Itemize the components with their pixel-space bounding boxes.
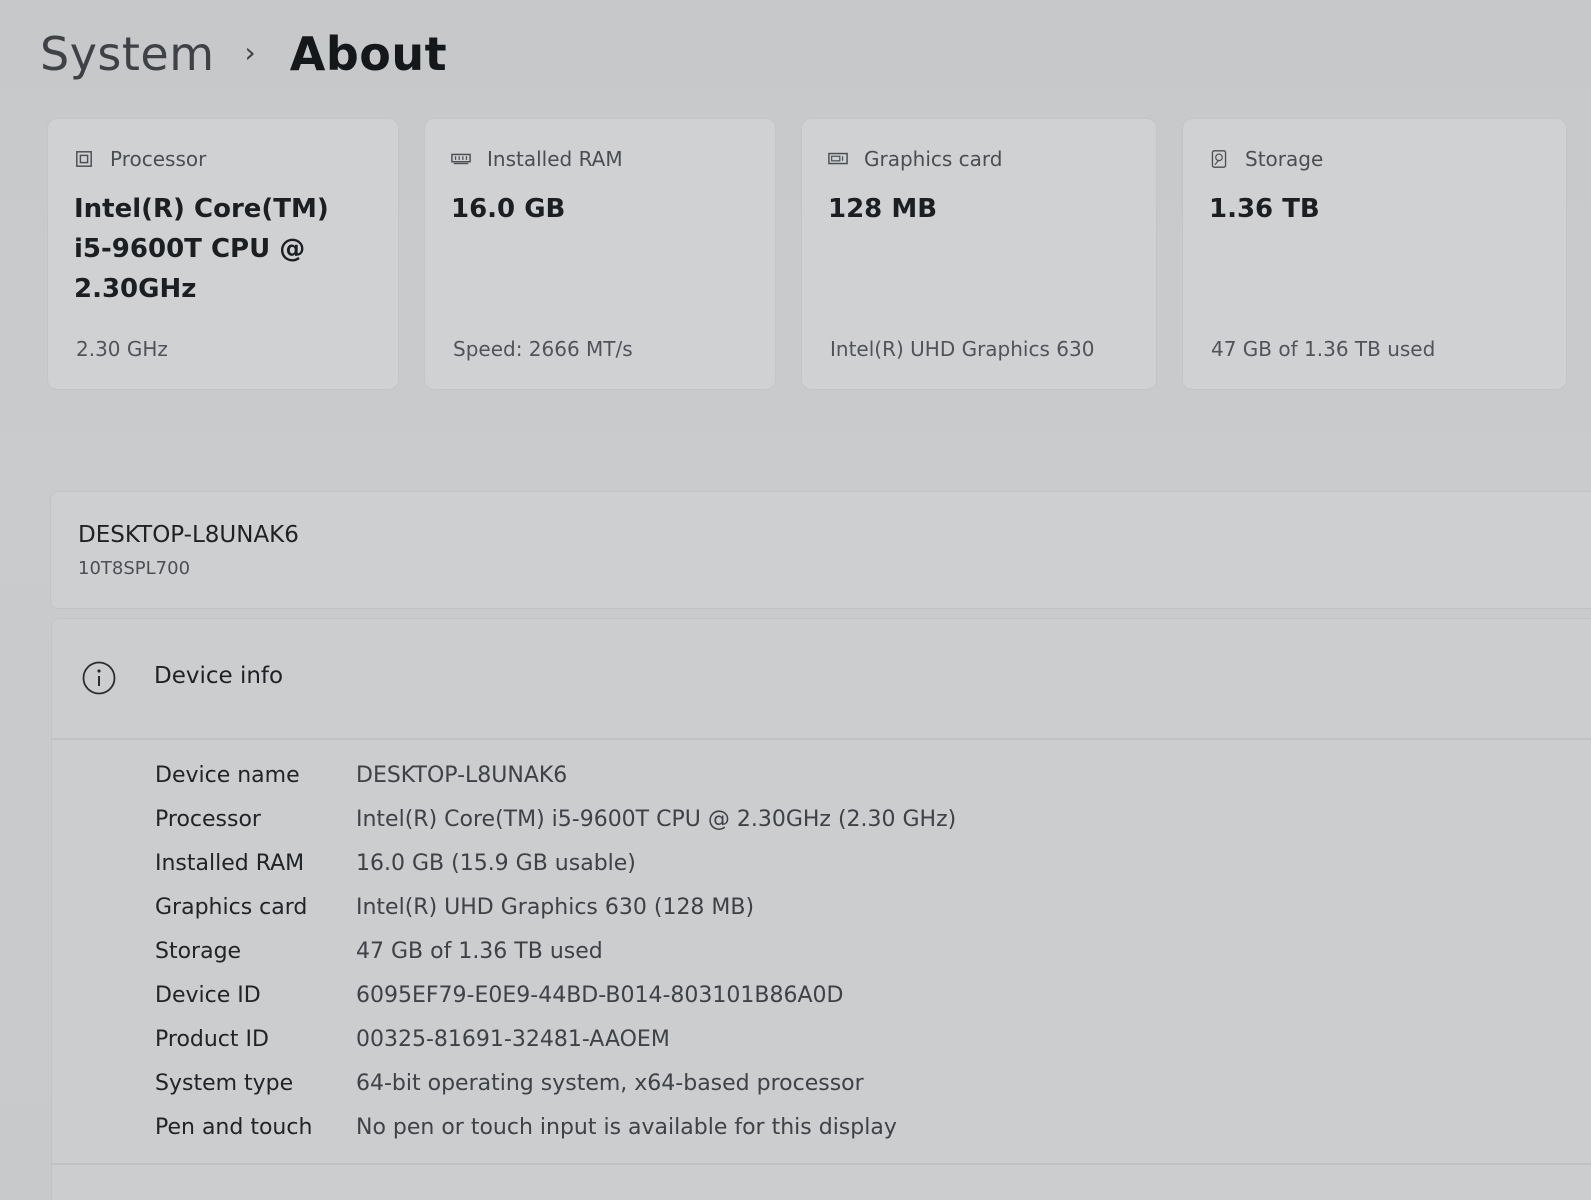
- spec-value: 47 GB of 1.36 TB used: [356, 938, 603, 964]
- spec-row: Installed RAM 16.0 GB (15.9 GB usable): [155, 841, 956, 885]
- breadcrumb-system-link[interactable]: System: [40, 27, 215, 81]
- spec-row: Storage 47 GB of 1.36 TB used: [155, 929, 956, 973]
- spec-value: 6095EF79-E0E9-44BD-B014-803101B86A0D: [356, 982, 844, 1008]
- spec-value: 64-bit operating system, x64-based proce…: [356, 1070, 864, 1096]
- device-name: DESKTOP-L8UNAK6: [78, 522, 299, 548]
- info-icon: [82, 661, 116, 695]
- device-name-panel: DESKTOP-L8UNAK6 10T8SPL700: [50, 491, 1591, 609]
- spec-row: Device ID 6095EF79-E0E9-44BD-B014-803101…: [155, 973, 956, 1017]
- processor-icon: [76, 151, 92, 167]
- section-divider: [52, 1163, 1591, 1165]
- device-info-header[interactable]: Device info: [52, 619, 1591, 740]
- settings-about-page: System › About Processor Intel(R) Core(T…: [0, 0, 1591, 1200]
- spec-label: Graphics card: [155, 894, 308, 920]
- device-info-section: Device info Device name DESKTOP-L8UNAK6 …: [51, 618, 1591, 1200]
- spec-row: Product ID 00325-81691-32481-AAOEM: [155, 1017, 956, 1061]
- breadcrumb: System › About: [40, 22, 447, 86]
- card-header: Installed RAM: [451, 147, 623, 171]
- card-subtitle: 47 GB of 1.36 TB used: [1211, 337, 1436, 361]
- spec-row: Pen and touch No pen or touch input is a…: [155, 1105, 956, 1149]
- spec-row: Device name DESKTOP-L8UNAK6: [155, 753, 956, 797]
- processor-card: Processor Intel(R) Core(TM) i5-9600T CPU…: [47, 118, 399, 390]
- ram-icon: [451, 153, 471, 165]
- spec-label: Processor: [155, 806, 261, 832]
- device-info-title: Device info: [154, 663, 284, 689]
- card-title: Storage: [1245, 147, 1324, 171]
- graphics-card-icon: [828, 152, 848, 165]
- storage-icon: [1211, 150, 1227, 168]
- spec-label: Pen and touch: [155, 1114, 313, 1140]
- breadcrumb-separator-icon: ›: [244, 35, 256, 69]
- spec-value: No pen or touch input is available for t…: [356, 1114, 897, 1140]
- spec-value: 16.0 GB (15.9 GB usable): [356, 850, 636, 876]
- spec-cards: Processor Intel(R) Core(TM) i5-9600T CPU…: [47, 118, 1567, 390]
- card-header: Storage: [1209, 147, 1323, 171]
- spec-label: Installed RAM: [155, 850, 305, 876]
- card-value: 1.36 TB: [1209, 194, 1320, 224]
- spec-value: Intel(R) Core(TM) i5-9600T CPU @ 2.30GHz…: [356, 806, 957, 832]
- spec-value: DESKTOP-L8UNAK6: [356, 762, 568, 788]
- installed-ram-card: Installed RAM 16.0 GB Speed: 2666 MT/s: [424, 118, 776, 390]
- card-title: Installed RAM: [487, 147, 623, 171]
- device-model: 10T8SPL700: [78, 558, 191, 579]
- spec-label: Device name: [155, 762, 300, 788]
- graphics-card-card: Graphics card 128 MB Intel(R) UHD Graphi…: [801, 118, 1157, 390]
- spec-row: Processor Intel(R) Core(TM) i5-9600T CPU…: [155, 797, 956, 841]
- spec-label: Storage: [155, 938, 242, 964]
- card-title: Graphics card: [864, 147, 1003, 171]
- card-header: Graphics card: [828, 147, 1003, 171]
- spec-row: System type 64-bit operating system, x64…: [155, 1061, 956, 1105]
- page-title: About: [289, 27, 448, 81]
- card-value: Intel(R) Core(TM) i5-9600T CPU @ 2.30GHz: [74, 194, 329, 304]
- spec-label: Device ID: [155, 982, 261, 1008]
- spec-label: System type: [155, 1070, 294, 1096]
- card-header: Processor: [74, 147, 206, 171]
- spec-value: 00325-81691-32481-AAOEM: [356, 1026, 670, 1052]
- card-title: Processor: [110, 147, 207, 171]
- card-value: 128 MB: [828, 194, 938, 224]
- spec-label: Product ID: [155, 1026, 269, 1052]
- card-subtitle: 2.30 GHz: [76, 337, 168, 361]
- storage-card: Storage 1.36 TB 47 GB of 1.36 TB used: [1182, 118, 1567, 390]
- card-subtitle: Intel(R) UHD Graphics 630: [830, 337, 1095, 361]
- card-value: 16.0 GB: [451, 194, 566, 224]
- card-subtitle: Speed: 2666 MT/s: [453, 337, 633, 361]
- device-specs-table: Device name DESKTOP-L8UNAK6 Processor In…: [155, 753, 956, 1149]
- spec-row: Graphics card Intel(R) UHD Graphics 630 …: [155, 885, 956, 929]
- spec-value: Intel(R) UHD Graphics 630 (128 MB): [356, 894, 755, 920]
